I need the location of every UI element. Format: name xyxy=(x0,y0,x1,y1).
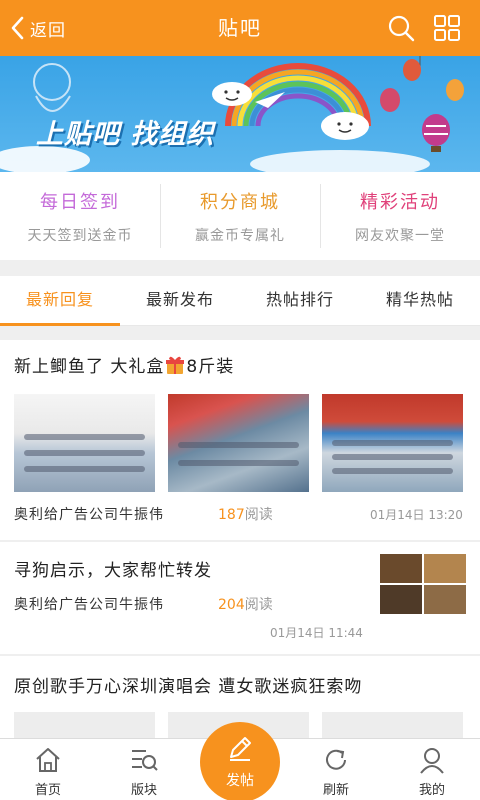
nav-home-label: 首页 xyxy=(34,783,61,798)
refresh-icon xyxy=(326,749,346,770)
top-bar: 返回 贴吧 xyxy=(0,0,480,56)
app-screen: 返回 贴吧 上贴吧 找组织 每日签到 天天签到送金币 积分商城 赢金币专属礼 精… xyxy=(0,0,480,800)
tab-latest-post[interactable]: 最新发布 xyxy=(120,276,240,325)
feed-tabs: 最新回复 最新发布 热帖排行 精华热帖 xyxy=(0,276,480,326)
new-post-label: 发帖 xyxy=(226,773,254,789)
nav-home[interactable]: 首页 xyxy=(8,739,88,800)
post-image[interactable] xyxy=(322,394,463,492)
user-icon xyxy=(420,748,444,774)
nav-mine[interactable]: 我的 xyxy=(392,739,472,800)
quick-links: 每日签到 天天签到送金币 积分商城 赢金币专属礼 精彩活动 网友欢聚一堂 xyxy=(0,172,480,260)
read-count-number: 204 xyxy=(218,597,245,613)
tab-latest-reply[interactable]: 最新回复 xyxy=(0,276,120,326)
post-title: 原创歌手万心深圳演唱会 遭女歌迷疯狂索吻 xyxy=(14,677,363,697)
quick-title: 每日签到 xyxy=(40,192,120,213)
gift-icon xyxy=(166,356,185,374)
quick-title: 精彩活动 xyxy=(360,192,440,213)
nav-boards-label: 版块 xyxy=(130,783,157,798)
tab-hot-ranking[interactable]: 热帖排行 xyxy=(240,276,360,325)
banner-slogan: 上贴吧 找组织 xyxy=(36,119,215,150)
post-time: 01月14日 13:20 xyxy=(370,508,463,522)
promo-banner[interactable]: 上贴吧 找组织 xyxy=(0,56,480,172)
read-count: 187阅读 xyxy=(218,504,273,524)
read-count-number: 187 xyxy=(218,507,245,523)
quick-subtitle: 天天签到送金币 xyxy=(27,228,133,244)
home-icon xyxy=(36,748,60,772)
post-image[interactable] xyxy=(380,554,466,614)
search-button[interactable] xyxy=(386,13,416,43)
new-post-button[interactable]: 发帖 xyxy=(200,722,280,800)
post-author: 奥利给广告公司牛振伟 xyxy=(14,507,164,523)
post-title-suffix: 8斤装 xyxy=(186,357,235,377)
grid-icon xyxy=(434,15,460,41)
nav-mine-label: 我的 xyxy=(418,783,445,798)
points-mall[interactable]: 积分商城 赢金币专属礼 xyxy=(160,172,320,260)
boards-icon xyxy=(132,750,158,771)
read-count-unit: 阅读 xyxy=(244,597,273,613)
events[interactable]: 精彩活动 网友欢聚一堂 xyxy=(320,172,480,260)
daily-checkin[interactable]: 每日签到 天天签到送金币 xyxy=(0,172,160,260)
quick-subtitle: 赢金币专属礼 xyxy=(195,228,285,244)
post-image[interactable] xyxy=(168,394,309,492)
search-icon xyxy=(388,15,415,42)
quick-subtitle: 网友欢聚一堂 xyxy=(355,228,445,244)
menu-grid-button[interactable] xyxy=(432,13,462,43)
post-title: 寻狗启示，大家帮忙转发 xyxy=(14,561,212,581)
post-time: 01月14日 11:44 xyxy=(270,626,363,640)
post-item[interactable]: 寻狗启示，大家帮忙转发 奥利给广告公司牛振伟 204阅读 01月14日 11:4… xyxy=(0,542,480,654)
post-author: 奥利给广告公司牛振伟 xyxy=(14,597,164,613)
post-image[interactable] xyxy=(14,394,155,492)
tab-featured[interactable]: 精华热帖 xyxy=(360,276,480,325)
pencil-icon xyxy=(230,737,251,761)
nav-refresh[interactable]: 刷新 xyxy=(296,739,376,800)
post-title: 新上鲫鱼了 大礼盒 8斤装 xyxy=(14,352,234,377)
nav-boards[interactable]: 版块 xyxy=(104,739,184,800)
post-item[interactable]: 新上鲫鱼了 大礼盒 8斤装 奥利给广告公司牛振伟 187阅读 01月14日 13:… xyxy=(0,340,480,540)
nav-refresh-label: 刷新 xyxy=(322,783,349,798)
quick-title: 积分商城 xyxy=(200,192,280,213)
read-count: 204阅读 xyxy=(218,594,273,614)
post-title-text: 新上鲫鱼了 大礼盒 xyxy=(14,357,165,377)
read-count-unit: 阅读 xyxy=(244,507,273,523)
